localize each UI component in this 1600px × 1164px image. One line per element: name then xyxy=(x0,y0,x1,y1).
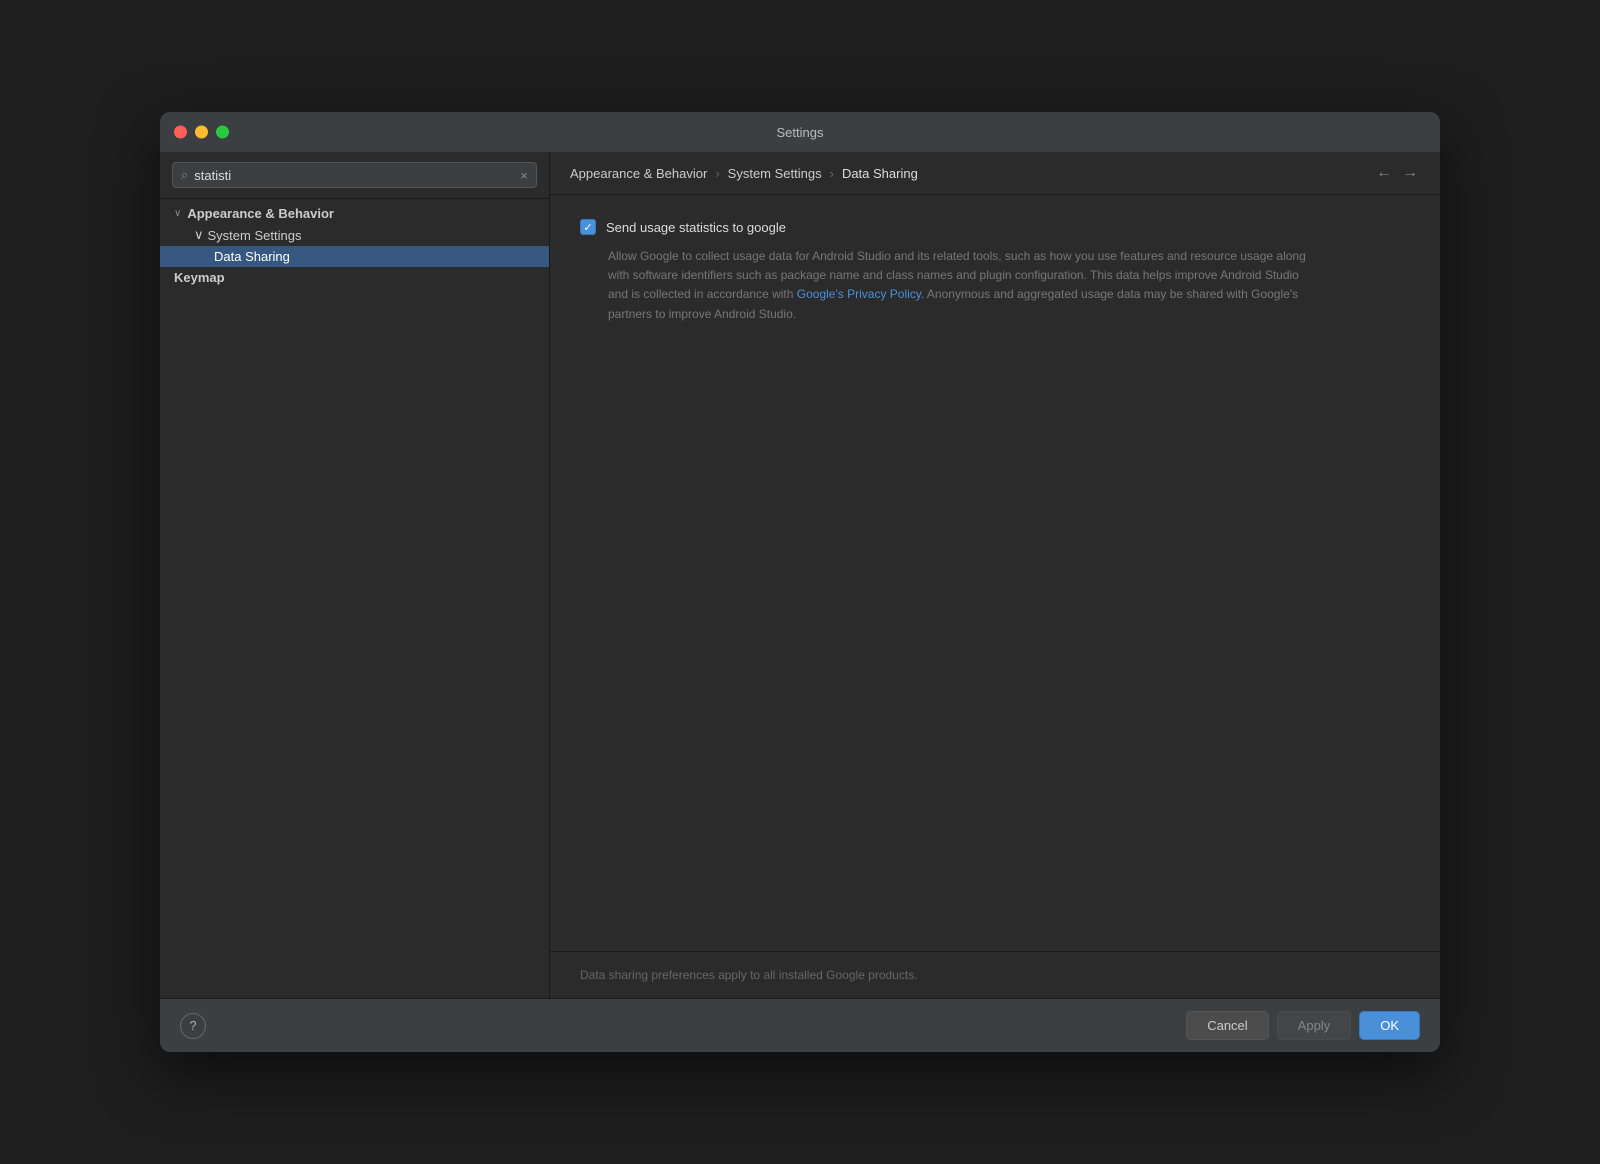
minimize-button[interactable] xyxy=(195,126,208,139)
sidebar-item-label: System Settings xyxy=(208,228,302,243)
dialog-footer: ? Cancel Apply OK xyxy=(160,998,1440,1052)
sidebar-item-system-settings[interactable]: ∨ System Settings xyxy=(160,224,549,246)
sidebar-item-label: Data Sharing xyxy=(214,249,290,264)
search-input[interactable] xyxy=(194,168,514,183)
chevron-down-icon: ∨ xyxy=(194,227,204,243)
breadcrumb-data-sharing: Data Sharing xyxy=(842,166,918,181)
checkbox-row: ✓ Send usage statistics to google xyxy=(580,219,1410,235)
traffic-lights xyxy=(174,126,229,139)
search-wrapper[interactable]: ⌕ × xyxy=(172,162,537,188)
nav-tree: ∨ Appearance & Behavior ∨ System Setting… xyxy=(160,199,549,998)
ok-button[interactable]: OK xyxy=(1359,1011,1420,1040)
sidebar-item-label: Keymap xyxy=(174,270,225,285)
title-bar: Settings xyxy=(160,112,1440,152)
send-stats-checkbox[interactable]: ✓ xyxy=(580,219,596,235)
content-area: Appearance & Behavior › System Settings … xyxy=(550,152,1440,998)
forward-button[interactable]: → xyxy=(1400,164,1420,182)
search-bar: ⌕ × xyxy=(160,152,549,199)
chevron-down-icon: ∨ xyxy=(174,208,181,219)
sidebar-item-keymap[interactable]: Keymap xyxy=(160,267,549,288)
breadcrumb-sep: › xyxy=(715,166,719,181)
checkmark-icon: ✓ xyxy=(583,221,592,234)
close-button[interactable] xyxy=(174,126,187,139)
breadcrumb-appearance: Appearance & Behavior xyxy=(570,166,707,181)
main-content: ✓ Send usage statistics to google Allow … xyxy=(550,195,1440,951)
breadcrumb-system-settings: System Settings xyxy=(728,166,822,181)
breadcrumb: Appearance & Behavior › System Settings … xyxy=(570,166,918,181)
window-title: Settings xyxy=(777,125,824,140)
sidebar-item-appearance-behavior[interactable]: ∨ Appearance & Behavior xyxy=(160,203,549,224)
sidebar: ⌕ × ∨ Appearance & Behavior ∨ System Set… xyxy=(160,152,550,998)
help-button[interactable]: ? xyxy=(180,1013,206,1039)
breadcrumb-sep-2: › xyxy=(830,166,834,181)
footer-note: Data sharing preferences apply to all in… xyxy=(550,951,1440,998)
cancel-button[interactable]: Cancel xyxy=(1186,1011,1268,1040)
breadcrumb-bar: Appearance & Behavior › System Settings … xyxy=(550,152,1440,195)
checkbox-label: Send usage statistics to google xyxy=(606,220,786,235)
breadcrumb-nav: ← → xyxy=(1374,164,1420,182)
sidebar-item-label: Appearance & Behavior xyxy=(187,206,334,221)
send-stats-checkbox-wrapper[interactable]: ✓ Send usage statistics to google xyxy=(580,219,786,235)
privacy-policy-link[interactable]: Google's Privacy Policy xyxy=(797,287,921,301)
footer-buttons: Cancel Apply OK xyxy=(1186,1011,1420,1040)
settings-dialog: Settings ⌕ × ∨ Appearance & Behavior xyxy=(160,112,1440,1052)
maximize-button[interactable] xyxy=(216,126,229,139)
apply-button[interactable]: Apply xyxy=(1277,1011,1352,1040)
search-icon: ⌕ xyxy=(181,167,188,183)
dialog-body: ⌕ × ∨ Appearance & Behavior ∨ System Set… xyxy=(160,152,1440,998)
description-block: Allow Google to collect usage data for A… xyxy=(608,247,1308,324)
back-button[interactable]: ← xyxy=(1374,164,1394,182)
clear-icon[interactable]: × xyxy=(520,168,528,183)
sidebar-item-data-sharing[interactable]: Data Sharing xyxy=(160,246,549,267)
